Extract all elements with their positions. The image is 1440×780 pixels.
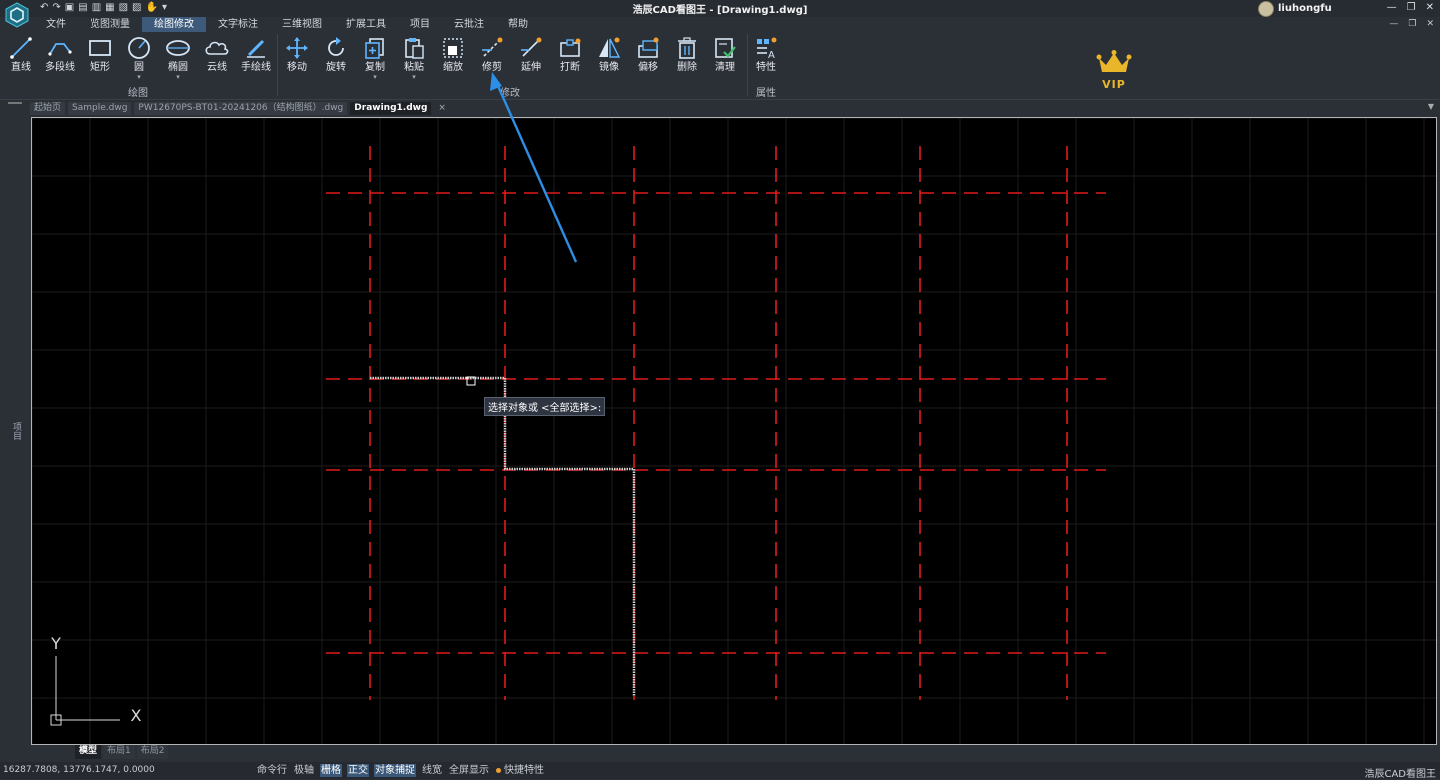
tab-model[interactable]: 模型 [75,745,102,759]
toggle-osnap[interactable]: 对象捕捉 [374,764,416,777]
quick-properties-dot-icon [496,767,501,773]
toggle-polar[interactable]: 极轴 [293,764,315,777]
toggle-lineweight[interactable]: 线宽 [421,764,443,777]
tab-layout1[interactable]: 布局1 [103,745,135,759]
toggle-fullscreen[interactable]: 全屏显示 [448,764,490,777]
toggle-command-line[interactable]: 命令行 [256,764,288,777]
coordinate-readout: 16287.7808, 13776.1747, 0.0000 [3,765,155,775]
toggle-ortho[interactable]: 正交 [347,764,369,777]
status-bar: 16287.7808, 13776.1747, 0.0000 命令行 极轴 栅格… [0,762,1440,780]
status-toggles: 命令行 极轴 栅格 正交 对象捕捉 线宽 全屏显示 快捷特性 [256,764,545,777]
tab-layout2[interactable]: 布局2 [136,745,169,759]
brand-label: 浩辰CAD看图王 [1364,769,1436,780]
toggle-quick-properties[interactable]: 快捷特性 [495,764,545,777]
quick-properties-label: 快捷特性 [504,765,544,776]
layout-tabs: 模型 布局1 布局2 [31,745,169,759]
toggle-grid[interactable]: 栅格 [320,764,342,777]
annotation-overlay [490,72,578,263]
